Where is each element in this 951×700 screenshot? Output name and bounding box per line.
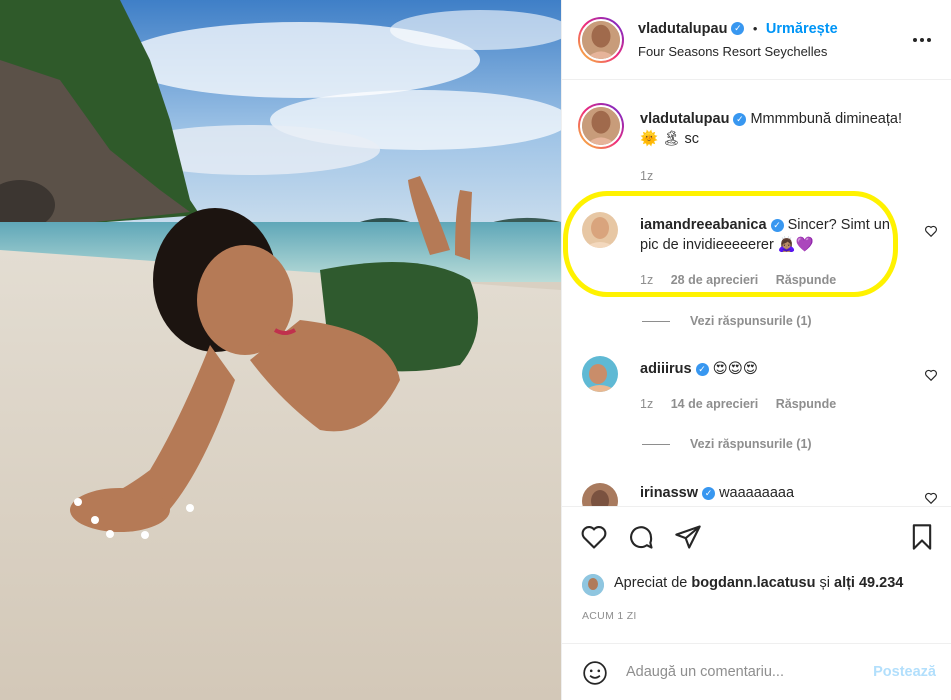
verified-icon: ✓	[702, 486, 716, 500]
location-link[interactable]: Four Seasons Resort Seychelles	[638, 44, 827, 59]
caption-body-2: 🌞 🏝 sc	[640, 131, 700, 147]
reply-button[interactable]: Răspunde	[776, 397, 836, 411]
likes-summary: Apreciat de bogdann.lacatusu și alți 49.…	[614, 575, 903, 591]
comment-time: 1z	[640, 273, 654, 287]
caption-text: vladutalupau ✓ Mmmmbună dimineața! 🌞 🏝 sc	[640, 109, 910, 149]
comment-likes[interactable]: 14 de aprecieri	[671, 397, 759, 411]
comment-input[interactable]	[626, 660, 876, 684]
comment-row: iamandreeabanica ✓ Sincer? Simt un pic de…	[562, 201, 951, 328]
likes-prefix: Apreciat de	[614, 575, 688, 591]
post-side-panel: vladutalupau ✓ • Urmărește Four Seasons R…	[561, 0, 951, 700]
bookmark-icon[interactable]	[908, 523, 936, 551]
commenter-avatar[interactable]	[582, 356, 618, 392]
comment-bubble-icon[interactable]	[627, 523, 655, 551]
add-comment-bar: Postează	[562, 643, 951, 700]
comment-body: waaaaaaaa	[719, 485, 795, 501]
comment-text: adiiirus ✓ 😍😍😍	[640, 359, 910, 379]
caption-avatar[interactable]	[578, 103, 624, 149]
comments-list[interactable]: vladutalupau ✓ Mmmmbună dimineața! 🌞 🏝 sc…	[562, 81, 951, 506]
comment-meta: 1z 14 de aprecieri Răspunde	[640, 397, 850, 411]
liker-avatar[interactable]	[582, 574, 604, 596]
comment-meta: 1z 28 de aprecieri Răspunde	[640, 273, 850, 287]
verified-icon: ✓	[731, 22, 745, 36]
post-comment-button[interactable]: Postează	[873, 664, 936, 680]
more-horizontal-icon[interactable]	[912, 30, 932, 50]
post-header: vladutalupau ✓ • Urmărește Four Seasons R…	[562, 0, 951, 80]
view-replies-button[interactable]: Vezi răspunsurile (1)	[642, 437, 812, 451]
likes-and: și	[819, 575, 830, 591]
comment-author[interactable]: iamandreeabanica	[640, 217, 767, 233]
reply-button[interactable]: Răspunde	[776, 273, 836, 287]
heart-outline-icon[interactable]	[924, 491, 938, 505]
follow-button[interactable]: Urmărește	[766, 21, 838, 37]
verified-icon: ✓	[733, 112, 747, 126]
likes-others[interactable]: alți 49.234	[834, 575, 903, 591]
comment-author[interactable]: adiiirus	[640, 361, 692, 377]
share-send-icon[interactable]	[674, 523, 702, 551]
caption-time: 1z	[640, 169, 654, 183]
comment-author[interactable]: irinassw	[640, 485, 698, 501]
commenter-avatar[interactable]	[582, 212, 618, 248]
commenter-avatar[interactable]	[582, 483, 618, 506]
caption-body: Mmmmbună dimineața!	[750, 111, 902, 127]
view-replies-button[interactable]: Vezi răspunsurile (1)	[642, 314, 812, 328]
post-timestamp[interactable]: ACUM 1 ZI	[582, 610, 637, 622]
heart-outline-icon[interactable]	[924, 224, 938, 238]
header-title-line: vladutalupau ✓ • Urmărește	[638, 20, 838, 38]
verified-icon: ✓	[770, 218, 784, 232]
like-heart-icon[interactable]	[580, 523, 608, 551]
liker-username[interactable]: bogdann.lacatusu	[691, 575, 815, 591]
beach-photo	[0, 0, 561, 700]
post-photo[interactable]	[0, 0, 561, 700]
comment-row: irinassw ✓ waaaaaaaa	[562, 479, 951, 506]
emoji-icon[interactable]	[582, 660, 608, 686]
caption-row: vladutalupau ✓ Mmmmbună dimineața! 🌞 🏝 sc…	[562, 81, 951, 186]
comment-row: adiiirus ✓ 😍😍😍 1z 14 de aprecieri Răspund…	[562, 349, 951, 469]
caption-author[interactable]: vladutalupau	[640, 111, 729, 127]
author-username[interactable]: vladutalupau	[638, 21, 727, 37]
separator-dot: •	[752, 21, 758, 36]
verified-icon: ✓	[695, 362, 709, 376]
comment-text: irinassw ✓ waaaaaaaa	[640, 483, 910, 503]
comment-text: iamandreeabanica ✓ Sincer? Simt un pic de…	[640, 215, 910, 255]
comment-time: 1z	[640, 397, 654, 411]
comment-likes[interactable]: 28 de aprecieri	[671, 273, 759, 287]
comment-body: 😍😍😍	[712, 361, 758, 377]
post-actions: Apreciat de bogdann.lacatusu și alți 49.…	[562, 506, 951, 642]
heart-outline-icon[interactable]	[924, 368, 938, 382]
author-avatar[interactable]	[578, 17, 624, 63]
